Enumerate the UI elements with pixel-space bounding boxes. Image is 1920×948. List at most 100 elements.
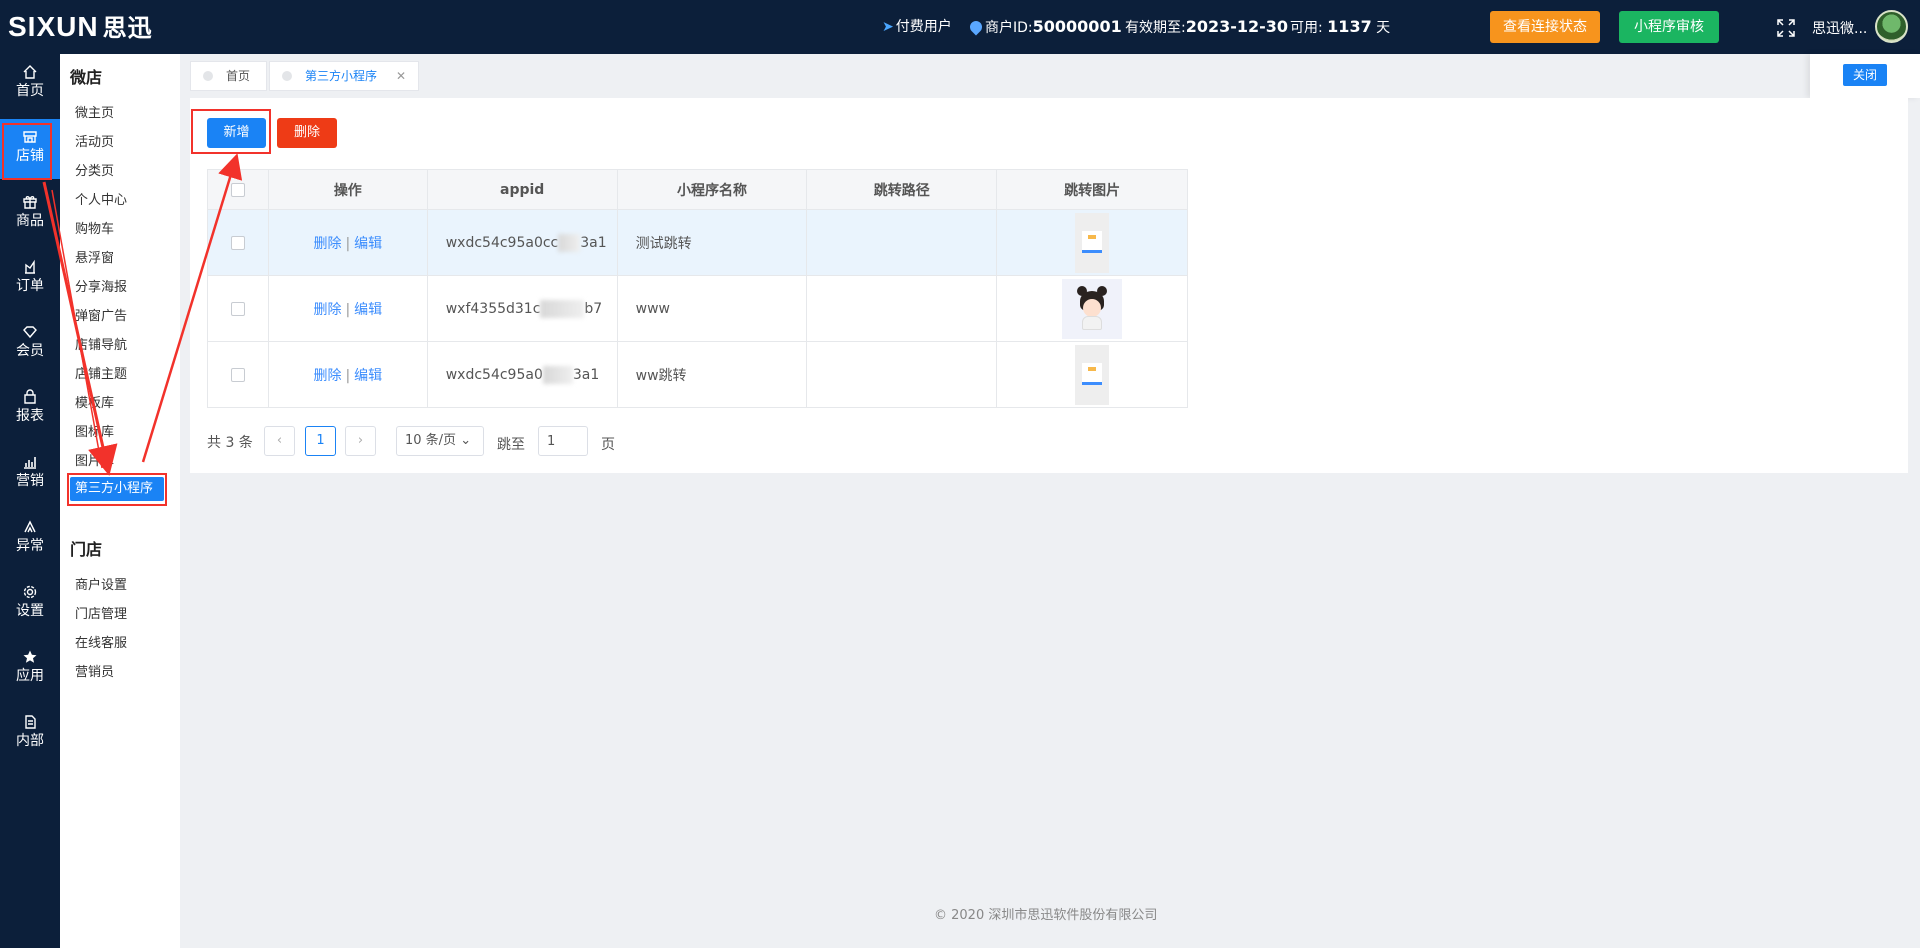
row-delete-link[interactable]: 删除 xyxy=(313,302,341,318)
submenu-item[interactable]: 模板库 xyxy=(75,392,114,411)
row-edit-link[interactable]: 编辑 xyxy=(354,236,382,252)
user-name[interactable]: 思迅微... xyxy=(1812,18,1867,38)
paid-user-label: ➤ 付费用户 xyxy=(882,19,952,35)
table-row: 删除 | 编辑 wxdc54c95a0 3a1 ww跳转 xyxy=(207,341,1188,408)
row-checkbox[interactable] xyxy=(230,301,245,316)
page-size-select[interactable]: 10 条/页 ⌄ xyxy=(396,426,484,456)
row-delete-link[interactable]: 删除 xyxy=(313,368,341,384)
document-icon xyxy=(25,715,36,729)
tab-dot-icon xyxy=(203,71,213,81)
submenu-item[interactable]: 微主页 xyxy=(75,102,114,121)
tab-third-party-mini-program[interactable]: 第三方小程序 ✕ xyxy=(269,61,419,91)
submenu-item[interactable]: 购物车 xyxy=(75,218,114,237)
name-cell: ww跳转 xyxy=(616,341,808,408)
jump-image-thumbnail xyxy=(1062,278,1123,339)
appid-cell: wxdc54c95a0 3a1 xyxy=(426,341,618,408)
submenu-item[interactable]: 商户设置 xyxy=(75,574,127,593)
annotation-box-submenu xyxy=(67,473,167,506)
row-checkbox[interactable] xyxy=(230,367,245,382)
tab-home[interactable]: 首页 xyxy=(190,61,267,91)
table-row: 删除 | 编辑 wxdc54c95a0cc 3a1 测试跳转 xyxy=(207,209,1188,276)
close-icon[interactable]: ✕ xyxy=(396,62,406,90)
submenu-item[interactable]: 图标库 xyxy=(75,421,114,440)
column-header-name: 小程序名称 xyxy=(616,169,808,210)
delete-button[interactable]: 删除 xyxy=(277,118,337,148)
nav-item-internal[interactable]: 内部 xyxy=(0,704,60,764)
path-cell xyxy=(806,209,998,276)
diamond-icon xyxy=(23,326,37,339)
appid-cell: wxf4355d31c b7 xyxy=(426,275,618,342)
nav-item-members[interactable]: 会员 xyxy=(0,314,60,374)
submenu-item[interactable]: 悬浮窗 xyxy=(75,247,114,266)
connection-status-button[interactable]: 查看连接状态 xyxy=(1490,11,1600,43)
appid-cell: wxdc54c95a0cc 3a1 xyxy=(426,209,618,276)
submenu-item[interactable]: 弹窗广告 xyxy=(75,305,127,324)
avatar[interactable] xyxy=(1875,10,1908,43)
fullscreen-icon[interactable] xyxy=(1776,18,1796,38)
order-icon xyxy=(25,259,35,274)
nav-item-exceptions[interactable]: 异常 xyxy=(0,509,60,569)
redacted-blur xyxy=(542,365,573,384)
submenu-item[interactable]: 店铺导航 xyxy=(75,334,127,353)
gift-icon xyxy=(23,196,37,209)
warning-icon xyxy=(24,520,36,533)
annotation-box-store xyxy=(2,123,52,180)
chevron-down-icon: ⌄ xyxy=(460,433,472,448)
nav-item-orders[interactable]: 订单 xyxy=(0,249,60,309)
mini-program-review-button[interactable]: 小程序审核 xyxy=(1619,11,1719,43)
mini-program-table: 操作 appid 小程序名称 跳转路径 跳转图片 删除 | 编辑 wxdc54c95… xyxy=(207,169,1188,408)
paper-plane-icon: ➤ xyxy=(882,19,894,35)
goto-label: 跳至 xyxy=(497,437,525,453)
row-edit-link[interactable]: 编辑 xyxy=(354,368,382,384)
submenu-title-store: 门店 xyxy=(70,540,103,559)
submenu-item[interactable]: 个人中心 xyxy=(75,189,127,208)
nav-item-apps[interactable]: 应用 xyxy=(0,639,60,699)
merchant-id: 商户ID:50000001 xyxy=(967,18,1122,37)
star-icon xyxy=(23,650,37,663)
chart-icon xyxy=(24,457,36,469)
nav-item-settings[interactable]: 设置 xyxy=(0,574,60,634)
select-all-checkbox[interactable] xyxy=(230,182,245,197)
top-bar: SIXUN 思迅 ➤ 付费用户 商户ID:50000001 有效期至:2023-12… xyxy=(0,0,1920,54)
row-delete-link[interactable]: 删除 xyxy=(313,236,341,252)
next-page-button[interactable]: › xyxy=(345,426,376,456)
row-checkbox[interactable] xyxy=(230,235,245,250)
path-cell xyxy=(806,341,998,408)
goto-page-input[interactable] xyxy=(538,426,588,456)
nav-item-home[interactable]: 首页 xyxy=(0,54,60,114)
nav-item-products[interactable]: 商品 xyxy=(0,184,60,244)
pagination-total: 共 3 条 xyxy=(207,435,253,451)
footer-copyright: © 2020 深圳市思迅软件股份有限公司 xyxy=(934,908,1158,923)
column-header-actions: 操作 xyxy=(267,169,428,210)
column-header-appid: appid xyxy=(426,169,618,210)
submenu-item[interactable]: 分类页 xyxy=(75,160,114,179)
close-tabs-button[interactable]: 关闭 xyxy=(1843,64,1887,86)
submenu-item[interactable]: 在线客服 xyxy=(75,632,127,651)
page-unit-label: 页 xyxy=(601,437,615,453)
nav-item-marketing[interactable]: 营销 xyxy=(0,444,60,504)
column-header-path: 跳转路径 xyxy=(806,169,998,210)
submenu-item[interactable]: 分享海报 xyxy=(75,276,127,295)
annotation-box-add xyxy=(191,109,271,154)
redacted-blur xyxy=(540,299,585,318)
jump-image-thumbnail xyxy=(1075,212,1110,273)
select-all-header[interactable] xyxy=(207,169,269,210)
nav-item-reports[interactable]: 报表 xyxy=(0,379,60,439)
tab-dot-icon xyxy=(282,71,292,81)
location-pin-icon xyxy=(967,18,985,36)
page-number-button[interactable]: 1 xyxy=(305,426,336,456)
submenu-item[interactable]: 店铺主题 xyxy=(75,363,127,382)
table-row: 删除 | 编辑 wxf4355d31c b7 www xyxy=(207,275,1188,342)
available-days: 可用: 1137 天 xyxy=(1290,17,1391,37)
bag-icon xyxy=(24,389,36,404)
submenu-item[interactable]: 图片库 xyxy=(75,450,114,469)
submenu-title-weidian: 微店 xyxy=(70,68,103,87)
submenu-item[interactable]: 活动页 xyxy=(75,131,114,150)
jump-image-thumbnail xyxy=(1075,344,1110,405)
submenu-item[interactable]: 营销员 xyxy=(75,661,114,680)
prev-page-button[interactable]: ‹ xyxy=(264,426,295,456)
valid-until: 有效期至:2023-12-30 xyxy=(1125,17,1289,37)
submenu-item[interactable]: 门店管理 xyxy=(75,603,127,622)
row-edit-link[interactable]: 编辑 xyxy=(354,302,382,318)
name-cell: 测试跳转 xyxy=(616,209,808,276)
